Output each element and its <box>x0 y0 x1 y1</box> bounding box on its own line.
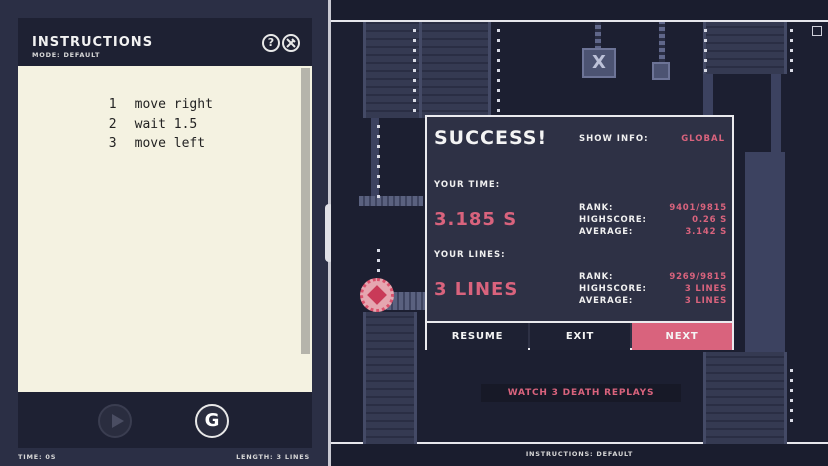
stat-value: 9401/9815 <box>669 203 727 213</box>
menu-icon[interactable] <box>812 26 822 36</box>
pillar <box>745 152 785 352</box>
run-button[interactable]: G <box>195 404 229 438</box>
wrench-icon[interactable] <box>282 34 300 52</box>
pillar <box>771 74 781 154</box>
line-number: 3 <box>108 136 117 151</box>
light-strip <box>790 362 793 422</box>
stat-row: AVERAGE: 3.142 S <box>579 226 727 238</box>
stat-value: 9269/9815 <box>669 272 727 282</box>
time-stats: RANK: 9401/9815 HIGHSCORE: 0.26 S AVERAGE:… <box>579 202 727 238</box>
show-info-label: SHOW INFO: <box>579 134 649 144</box>
mode-label: MODE: DEFAULT <box>32 51 101 59</box>
your-lines-label: YOUR LINES: <box>434 250 506 260</box>
your-time-value: 3.185 S <box>434 209 518 230</box>
next-button[interactable]: NEXT <box>632 323 732 350</box>
light-strip <box>704 22 707 72</box>
exit-button[interactable]: EXIT <box>530 323 630 350</box>
stat-label: RANK: <box>579 203 614 213</box>
time-footer: TIME: 0S <box>18 453 57 461</box>
chain <box>595 22 601 50</box>
ledge <box>359 196 423 206</box>
length-footer: LENGTH: 3 LINES <box>236 453 310 461</box>
stat-row: HIGHSCORE: 0.26 S <box>579 214 727 226</box>
tower <box>419 22 491 118</box>
stat-label: HIGHSCORE: <box>579 215 647 225</box>
stat-row: HIGHSCORE: 3 LINES <box>579 283 727 295</box>
stat-row: RANK: 9401/9815 <box>579 202 727 214</box>
control-bar: G <box>18 392 312 448</box>
stat-value: 3.142 S <box>685 227 727 237</box>
player-robot <box>360 278 394 312</box>
code-line[interactable]: 3 move left <box>18 121 205 166</box>
stat-value: 3 LINES <box>684 284 727 294</box>
light-strip <box>377 118 380 198</box>
instructions-panel-inner: INSTRUCTIONS MODE: DEFAULT ? 1 move right… <box>18 18 312 448</box>
code-text: move left <box>134 136 206 151</box>
stat-value: 3 LINES <box>684 296 727 306</box>
instructions-title: INSTRUCTIONS <box>32 35 154 50</box>
stat-row: RANK: 9269/9815 <box>579 271 727 283</box>
show-info-toggle[interactable]: GLOBAL <box>681 134 725 144</box>
your-lines-value: 3 LINES <box>434 279 519 300</box>
tower <box>363 312 417 444</box>
stat-row: AVERAGE: 3 LINES <box>579 295 727 307</box>
tower <box>703 352 787 444</box>
tower <box>703 22 787 74</box>
editor-scrollbar[interactable] <box>301 68 310 354</box>
instructions-header: INSTRUCTIONS MODE: DEFAULT ? <box>18 18 312 66</box>
stat-label: AVERAGE: <box>579 296 634 306</box>
success-dialog: SUCCESS! SHOW INFO: GLOBAL YOUR TIME: 3.… <box>425 115 734 350</box>
chain <box>659 22 665 66</box>
help-icon[interactable]: ? <box>262 34 280 52</box>
code-editor[interactable]: 1 move right 2 wait 1.5 3 move left <box>18 66 312 392</box>
light-strip <box>497 22 500 112</box>
instructions-panel: INSTRUCTIONS MODE: DEFAULT ? 1 move right… <box>0 0 328 466</box>
play-button[interactable] <box>98 404 132 438</box>
light-strip <box>413 22 416 112</box>
success-title: SUCCESS! <box>434 127 548 149</box>
your-time-label: YOUR TIME: <box>434 180 501 190</box>
stat-label: RANK: <box>579 272 614 282</box>
hanging-crate: X <box>582 48 616 78</box>
game-footer: INSTRUCTIONS: DEFAULT <box>525 450 634 458</box>
stat-label: AVERAGE: <box>579 227 634 237</box>
light-strip <box>377 242 380 282</box>
watch-replays-button[interactable]: WATCH 3 DEATH REPLAYS <box>481 384 681 402</box>
lines-stats: RANK: 9269/9815 HIGHSCORE: 3 LINES AVERAGE… <box>579 271 727 307</box>
stat-value: 0.26 S <box>692 215 727 225</box>
resume-button[interactable]: RESUME <box>427 323 528 350</box>
small-crate <box>652 62 670 80</box>
stat-label: HIGHSCORE: <box>579 284 647 294</box>
light-strip <box>790 22 793 72</box>
